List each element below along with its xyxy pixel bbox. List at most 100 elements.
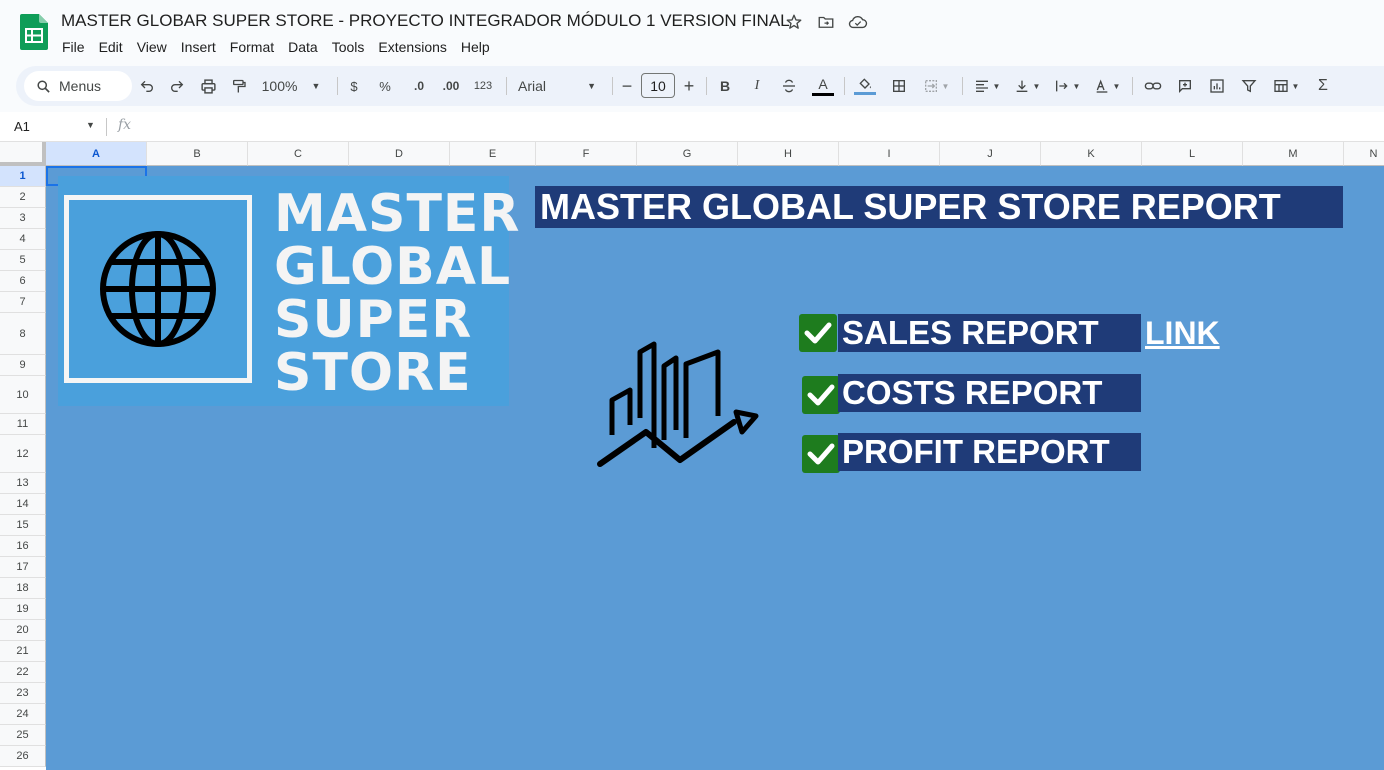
column-header[interactable]: N	[1344, 142, 1384, 166]
increase-font-size-icon[interactable]: +	[678, 66, 700, 106]
zoom-select[interactable]: 100% ▼	[256, 66, 326, 106]
row-header[interactable]: 11	[0, 414, 46, 435]
strikethrough-icon[interactable]	[776, 66, 802, 106]
row-header[interactable]: 4	[0, 229, 46, 250]
column-header[interactable]: H	[738, 142, 839, 166]
menu-extensions[interactable]: Extensions	[371, 37, 453, 57]
sheets-logo-icon[interactable]	[20, 14, 48, 50]
text-color-button[interactable]: A	[808, 66, 838, 106]
row-header[interactable]: 6	[0, 271, 46, 292]
row-header[interactable]: 8	[0, 313, 46, 355]
row-header[interactable]: 22	[0, 662, 46, 683]
row-header[interactable]: 23	[0, 683, 46, 704]
column-header[interactable]: F	[536, 142, 637, 166]
row-header[interactable]: 12	[0, 435, 46, 473]
menu-insert[interactable]: Insert	[174, 37, 223, 57]
document-title[interactable]: MASTER GLOBAR SUPER STORE - PROYECTO INT…	[61, 11, 790, 31]
row-header[interactable]: 20	[0, 620, 46, 641]
redo-icon[interactable]	[162, 66, 192, 106]
row-header[interactable]: 5	[0, 250, 46, 271]
report-label: COSTS REPORT	[838, 374, 1141, 412]
select-all-corner[interactable]	[0, 142, 46, 166]
name-box[interactable]: A1	[14, 119, 30, 134]
decrease-font-size-icon[interactable]: −	[616, 66, 638, 106]
row-header[interactable]: 1	[0, 166, 46, 187]
font-select[interactable]: Arial ▼	[512, 66, 602, 106]
row-header[interactable]: 19	[0, 599, 46, 620]
text-rotation-icon[interactable]: ▼	[1088, 66, 1126, 106]
filter-icon[interactable]	[1234, 66, 1264, 106]
insert-link-icon[interactable]	[1138, 66, 1168, 106]
menu-view[interactable]: View	[130, 37, 174, 57]
menu-tools[interactable]: Tools	[325, 37, 372, 57]
paint-format-icon[interactable]	[224, 66, 254, 106]
row-header[interactable]: 17	[0, 557, 46, 578]
vertical-align-icon[interactable]: ▼	[1008, 66, 1046, 106]
zoom-value: 100%	[261, 78, 298, 94]
row-header[interactable]: 24	[0, 704, 46, 725]
number-format-button[interactable]: 123	[468, 66, 498, 106]
column-header[interactable]: A	[46, 142, 147, 166]
row-header[interactable]: 26	[0, 746, 46, 767]
cloud-status-icon[interactable]	[848, 12, 868, 32]
sales-report-link[interactable]: LINK	[1145, 315, 1220, 352]
row-header[interactable]: 15	[0, 515, 46, 536]
column-header[interactable]: E	[450, 142, 536, 166]
logo-line: MASTER	[274, 184, 521, 244]
column-header[interactable]: C	[248, 142, 349, 166]
column-header[interactable]: I	[839, 142, 940, 166]
increase-decimal-button[interactable]: .00	[436, 66, 466, 106]
column-header[interactable]: G	[637, 142, 738, 166]
row-header[interactable]: 16	[0, 536, 46, 557]
decrease-decimal-button[interactable]: .0	[404, 66, 434, 106]
menu-data[interactable]: Data	[281, 37, 325, 57]
menu-format[interactable]: Format	[223, 37, 281, 57]
percent-format-button[interactable]: %	[373, 66, 397, 106]
column-header[interactable]: D	[349, 142, 450, 166]
insert-chart-icon[interactable]	[1202, 66, 1232, 106]
column-header[interactable]: K	[1041, 142, 1142, 166]
menus-label: Menus	[59, 78, 102, 94]
logo-line: GLOBAL	[274, 237, 512, 297]
filter-views-icon[interactable]: ▼	[1266, 66, 1306, 106]
row-header[interactable]: 14	[0, 494, 46, 515]
report-label: SALES REPORT	[838, 314, 1141, 352]
row-header[interactable]: 2	[0, 187, 46, 208]
menu-file[interactable]: File	[55, 37, 92, 57]
font-size-input[interactable]: 10	[641, 73, 675, 98]
logo-text: MASTER GLOBAL SUPER STORE	[274, 188, 520, 400]
column-header[interactable]: J	[940, 142, 1041, 166]
menu-edit[interactable]: Edit	[92, 37, 130, 57]
column-header[interactable]: L	[1142, 142, 1243, 166]
fill-color-icon[interactable]	[850, 66, 880, 106]
column-header[interactable]: B	[147, 142, 248, 166]
borders-icon[interactable]	[884, 66, 914, 106]
text-wrapping-icon[interactable]: ▼	[1048, 66, 1086, 106]
row-header[interactable]: 21	[0, 641, 46, 662]
move-to-folder-icon[interactable]	[816, 12, 836, 32]
currency-format-button[interactable]: $	[342, 66, 366, 106]
row-header[interactable]: 18	[0, 578, 46, 599]
merge-cells-icon[interactable]: ▼	[916, 66, 956, 106]
report-label: PROFIT REPORT	[838, 433, 1141, 471]
row-header[interactable]: 10	[0, 376, 46, 414]
horizontal-align-icon[interactable]: ▼	[968, 66, 1006, 106]
bold-button[interactable]: B	[712, 66, 738, 106]
chevron-down-icon[interactable]: ▼	[86, 120, 95, 130]
logo-line: SUPER	[274, 290, 473, 350]
row-header[interactable]: 3	[0, 208, 46, 229]
column-header[interactable]: M	[1243, 142, 1344, 166]
italic-button[interactable]: I	[744, 66, 770, 106]
print-icon[interactable]	[193, 66, 223, 106]
undo-icon[interactable]	[132, 66, 162, 106]
row-header[interactable]: 25	[0, 725, 46, 746]
menu-help[interactable]: Help	[454, 37, 497, 57]
insert-comment-icon[interactable]	[1170, 66, 1200, 106]
functions-button[interactable]: Σ	[1310, 66, 1336, 106]
row-header[interactable]: 9	[0, 355, 46, 376]
row-header[interactable]: 13	[0, 473, 46, 494]
row-header[interactable]: 7	[0, 292, 46, 313]
text-color-label: A	[818, 75, 828, 92]
menus-search-button[interactable]: Menus	[24, 71, 132, 101]
star-icon[interactable]	[784, 12, 804, 32]
